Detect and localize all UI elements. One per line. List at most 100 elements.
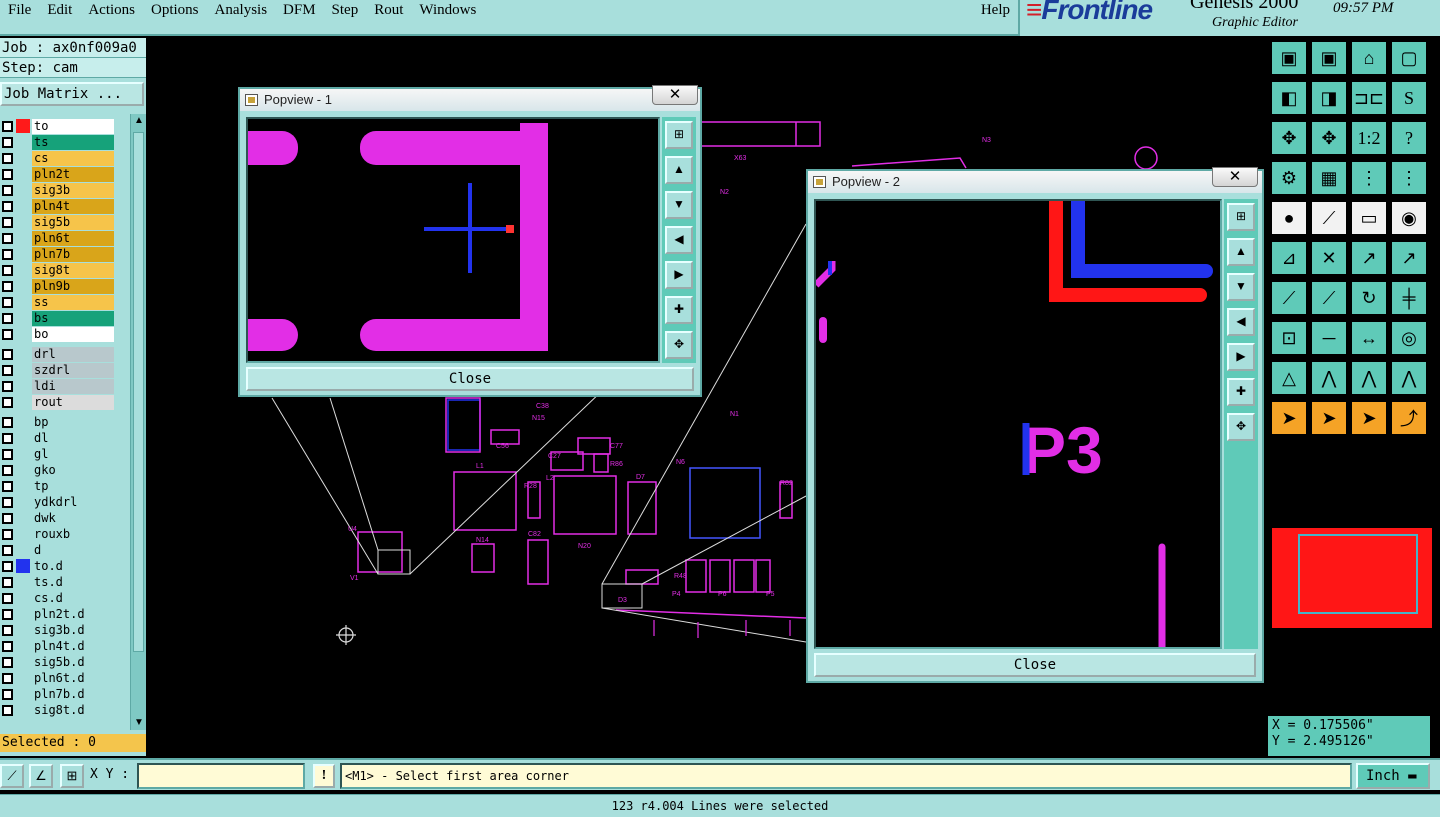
layer-checkbox[interactable] bbox=[2, 432, 13, 444]
home-icon[interactable]: ⌂ bbox=[1350, 40, 1388, 76]
delete-icon[interactable]: ✕ bbox=[1310, 240, 1348, 276]
measure-icon[interactable]: ▭ bbox=[1350, 200, 1388, 236]
pan-down-icon[interactable]: ▼ bbox=[1227, 273, 1255, 301]
popview-1-window[interactable]: Popview - 1 ✕ ⊞ ▲ ▼ ◀ ▶ ✚ ✥ Close bbox=[238, 85, 702, 397]
horizontal-icon[interactable]: ─ bbox=[1310, 320, 1348, 356]
layer-row-bs[interactable]: bs bbox=[0, 310, 130, 326]
menu-file[interactable]: File bbox=[0, 0, 39, 19]
layer-row-d[interactable]: d bbox=[0, 542, 130, 558]
draw-line-alt-icon[interactable]: ⟋ bbox=[1310, 280, 1348, 316]
scale-icon[interactable]: 1:2 bbox=[1350, 120, 1388, 156]
layer-row-pln2t[interactable]: pln2t bbox=[0, 166, 130, 182]
pad-icon[interactable]: ● bbox=[1270, 200, 1308, 236]
layer-name[interactable]: bo bbox=[32, 327, 114, 342]
warning-icon[interactable]: ! bbox=[313, 764, 335, 788]
layer-row-pln7b-d[interactable]: pln7b.d bbox=[0, 686, 130, 702]
layer-checkbox[interactable] bbox=[2, 544, 13, 556]
layer-checkbox[interactable] bbox=[2, 656, 13, 668]
layer-name[interactable]: pln6t bbox=[32, 231, 114, 246]
layer-row-pln6t[interactable]: pln6t bbox=[0, 230, 130, 246]
net-icon[interactable]: ⋮ bbox=[1350, 160, 1388, 196]
layer-row-dwk[interactable]: dwk bbox=[0, 510, 130, 526]
layer-row-ts[interactable]: ts bbox=[0, 134, 130, 150]
popview-2-window[interactable]: Popview - 2 ✕ P3 ⊞ ▲ ▼ ◀ ▶ ✚ ✥ Close bbox=[806, 167, 1264, 683]
menu-options[interactable]: Options bbox=[143, 0, 207, 19]
layer-name[interactable]: to.d bbox=[32, 559, 114, 574]
scroll-up-icon[interactable]: ▲ bbox=[131, 114, 147, 128]
pointer-alt-icon[interactable]: ➤ bbox=[1350, 400, 1388, 436]
layer-checkbox[interactable] bbox=[2, 480, 13, 492]
layer-checkbox[interactable] bbox=[2, 640, 13, 652]
layer-row-sig5b[interactable]: sig5b bbox=[0, 214, 130, 230]
layer-name[interactable]: to bbox=[32, 119, 114, 134]
popview-1-view[interactable] bbox=[246, 117, 660, 363]
pointer-icon[interactable]: ➤ bbox=[1270, 400, 1308, 436]
layer-row-drl[interactable]: drl bbox=[0, 346, 130, 362]
layer-up-icon[interactable]: ▣ bbox=[1270, 40, 1308, 76]
layer-name[interactable]: pln6t.d bbox=[32, 671, 114, 686]
menu-step[interactable]: Step bbox=[324, 0, 367, 19]
layer-checkbox[interactable] bbox=[2, 280, 13, 292]
layer-name[interactable]: pln9b bbox=[32, 279, 114, 294]
peak-icon[interactable]: ⋀ bbox=[1310, 360, 1348, 396]
layer-name[interactable]: tp bbox=[32, 479, 114, 494]
layer-checkbox[interactable] bbox=[2, 380, 13, 392]
layer-checkbox[interactable] bbox=[2, 348, 13, 360]
layer-row-pln4t[interactable]: pln4t bbox=[0, 198, 130, 214]
layer-checkbox[interactable] bbox=[2, 136, 13, 148]
layer-name[interactable]: pln4t.d bbox=[32, 639, 114, 654]
center-icon[interactable]: ✥ bbox=[1310, 120, 1348, 156]
layer-name[interactable]: pln2t bbox=[32, 167, 114, 182]
layer-name[interactable]: sig8t bbox=[32, 263, 114, 278]
layer-row-szdrl[interactable]: szdrl bbox=[0, 362, 130, 378]
layer-name[interactable]: ss bbox=[32, 295, 114, 310]
zoom-out-icon[interactable]: ✥ bbox=[665, 331, 693, 359]
layer-row-cs[interactable]: cs bbox=[0, 150, 130, 166]
layer-row-rouxb[interactable]: rouxb bbox=[0, 526, 130, 542]
layer-checkbox[interactable] bbox=[2, 688, 13, 700]
layer-name[interactable]: dl bbox=[32, 431, 114, 446]
grid-icon[interactable]: ⊞ bbox=[60, 764, 84, 788]
net-alt-icon[interactable]: ⋮ bbox=[1390, 160, 1428, 196]
layer-down-icon[interactable]: ▣ bbox=[1310, 40, 1348, 76]
layer-scrollbar[interactable]: ▲ ▼ bbox=[130, 114, 146, 730]
layer-checkbox[interactable] bbox=[2, 200, 13, 212]
layer-row-to[interactable]: to bbox=[0, 118, 130, 134]
scroll-thumb[interactable] bbox=[133, 132, 144, 652]
zoom-in-icon[interactable]: ✚ bbox=[1227, 378, 1255, 406]
layer-name[interactable]: drl bbox=[32, 347, 114, 362]
layer-checkbox[interactable] bbox=[2, 152, 13, 164]
layer-checkbox[interactable] bbox=[2, 560, 13, 572]
layer-row-ts-d[interactable]: ts.d bbox=[0, 574, 130, 590]
layer-name[interactable]: ts.d bbox=[32, 575, 114, 590]
layer-checkbox[interactable] bbox=[2, 672, 13, 684]
layer-checkbox[interactable] bbox=[2, 312, 13, 324]
layer-checkbox[interactable] bbox=[2, 396, 13, 408]
layer-name[interactable]: pln4t bbox=[32, 199, 114, 214]
layer-row-sig5b-d[interactable]: sig5b.d bbox=[0, 654, 130, 670]
layer-checkbox[interactable] bbox=[2, 624, 13, 636]
window-icon[interactable]: ▢ bbox=[1390, 40, 1428, 76]
via-icon[interactable]: ◉ bbox=[1390, 200, 1428, 236]
layer-row-pln9b[interactable]: pln9b bbox=[0, 278, 130, 294]
line-tool-icon[interactable]: ⟋ bbox=[1310, 200, 1348, 236]
settings-icon[interactable]: ⚙ bbox=[1270, 160, 1308, 196]
connect-icon[interactable]: ⊿ bbox=[1270, 240, 1308, 276]
xy-input[interactable] bbox=[137, 763, 305, 789]
layer-checkbox[interactable] bbox=[2, 448, 13, 460]
pan-up-icon[interactable]: ▲ bbox=[1227, 238, 1255, 266]
snap-icon[interactable]: ⟋ bbox=[0, 764, 24, 788]
layer-checkbox[interactable] bbox=[2, 232, 13, 244]
menu-rout[interactable]: Rout bbox=[366, 0, 411, 19]
layer-row-ldi[interactable]: ldi bbox=[0, 378, 130, 394]
layer-checkbox[interactable] bbox=[2, 264, 13, 276]
scroll-down-icon[interactable]: ▼ bbox=[131, 716, 147, 730]
layer-row-pln2t-d[interactable]: pln2t.d bbox=[0, 606, 130, 622]
pointer-net-icon[interactable]: ⤴ bbox=[1390, 400, 1428, 436]
layer-checkbox[interactable] bbox=[2, 576, 13, 588]
layer-name[interactable]: rout bbox=[32, 395, 114, 410]
pan-right-tool-icon[interactable]: ◨ bbox=[1310, 80, 1348, 116]
layer-name[interactable]: sig5b.d bbox=[32, 655, 114, 670]
layer-name[interactable]: pln7b bbox=[32, 247, 114, 262]
layer-checkbox[interactable] bbox=[2, 364, 13, 376]
